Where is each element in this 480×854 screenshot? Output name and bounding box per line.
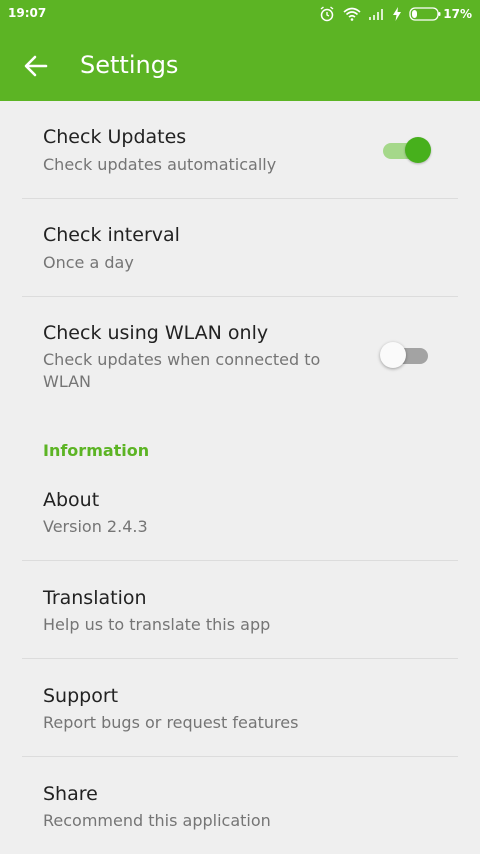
wlan-only-switch[interactable] bbox=[380, 340, 434, 370]
pref-summary: Version 2.4.3 bbox=[43, 517, 148, 536]
wifi-icon bbox=[343, 7, 361, 21]
section-header-information: Information bbox=[43, 441, 150, 460]
pref-summary-line1: Check updates when connected to bbox=[43, 350, 321, 369]
pref-summary: Report bugs or request features bbox=[43, 713, 299, 732]
signal-icon bbox=[369, 8, 385, 20]
battery-icon bbox=[409, 7, 441, 21]
charging-icon bbox=[393, 7, 402, 21]
pref-summary: Check updates automatically bbox=[43, 155, 277, 174]
pref-check-interval[interactable]: Check interval Once a day bbox=[0, 199, 480, 296]
toolbar: Settings bbox=[0, 40, 480, 90]
pref-about[interactable]: About Version 2.4.3 bbox=[0, 465, 480, 560]
pref-check-updates[interactable]: Check Updates Check updates automaticall… bbox=[0, 101, 480, 198]
status-icons: 17% bbox=[319, 5, 472, 23]
pref-title: About bbox=[43, 489, 100, 511]
battery-indicator: 17% bbox=[409, 7, 472, 21]
settings-screen: 19:07 17% Settings Check Updates Check u… bbox=[0, 0, 480, 854]
pref-title: Check using WLAN only bbox=[43, 322, 269, 344]
pref-title: Translation bbox=[43, 587, 147, 609]
status-bar: 19:07 17% bbox=[0, 0, 480, 28]
pref-wlan-only[interactable]: Check using WLAN only Check updates when… bbox=[0, 297, 480, 407]
pref-title: Support bbox=[43, 685, 119, 707]
pref-summary: Recommend this application bbox=[43, 811, 271, 830]
switch-thumb bbox=[405, 137, 431, 163]
back-button[interactable] bbox=[20, 50, 52, 82]
pref-translation[interactable]: Translation Help us to translate this ap… bbox=[0, 561, 480, 658]
pref-summary: Help us to translate this app bbox=[43, 615, 271, 634]
pref-title: Check interval bbox=[43, 224, 180, 246]
app-bar: 19:07 17% Settings bbox=[0, 0, 480, 101]
pref-title: Check Updates bbox=[43, 126, 187, 148]
switch-thumb bbox=[380, 342, 406, 368]
pref-title: Share bbox=[43, 783, 98, 805]
pref-support[interactable]: Support Report bugs or request features bbox=[0, 659, 480, 756]
pref-share[interactable]: Share Recommend this application bbox=[0, 757, 480, 854]
battery-percent: 17% bbox=[443, 7, 472, 21]
page-title: Settings bbox=[80, 51, 179, 79]
check-updates-switch[interactable] bbox=[379, 135, 433, 165]
arrow-back-icon bbox=[24, 55, 48, 77]
pref-summary: Once a day bbox=[43, 253, 134, 272]
pref-summary-line2: WLAN bbox=[43, 372, 92, 391]
status-time: 19:07 bbox=[8, 6, 47, 20]
alarm-icon bbox=[319, 6, 335, 22]
